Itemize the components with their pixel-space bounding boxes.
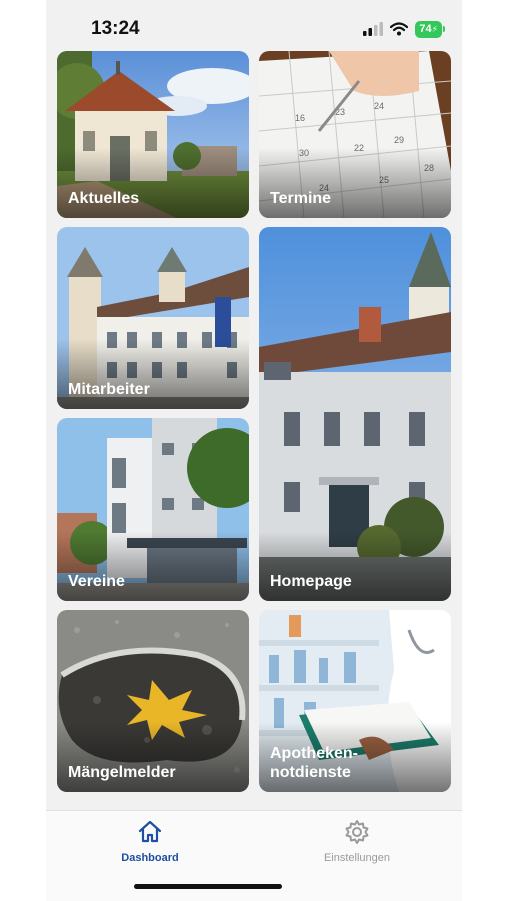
svg-text:16: 16 <box>295 113 305 123</box>
tile-termine[interactable]: 162324 302229 242528 Termine <box>259 51 451 218</box>
tile-maengelmelder[interactable]: Mängelmelder <box>57 610 249 792</box>
tile-label-apotheken: Apotheken- notdienste <box>270 745 358 781</box>
tile-vereine[interactable]: Vereine <box>57 418 249 601</box>
charging-icon: ⚡ <box>431 23 438 34</box>
tile-label-maengelmelder: Mängelmelder <box>68 764 176 781</box>
wifi-icon <box>390 22 409 36</box>
tile-label-vereine: Vereine <box>68 573 125 590</box>
tile-aktuelles[interactable]: Aktuelles <box>57 51 249 218</box>
home-icon <box>138 820 162 843</box>
svg-text:24: 24 <box>374 101 384 111</box>
tile-label-mitarbeiter: Mitarbeiter <box>68 381 150 398</box>
tile-label-homepage: Homepage <box>270 573 352 590</box>
tile-mitarbeiter[interactable]: Mitarbeiter <box>57 227 249 409</box>
tile-homepage[interactable]: Homepage <box>259 227 451 601</box>
app-screen: 13:24 74⚡ Aktuelles 16 23 24 29 Termine … <box>46 0 462 901</box>
signal-icon <box>363 22 384 36</box>
tile-label-termine: Termine <box>270 190 332 207</box>
battery-level: 74 <box>419 22 432 35</box>
tab-dashboard[interactable]: Dashboard <box>100 819 200 864</box>
tile-label-aktuelles: Aktuelles <box>68 190 140 207</box>
tab-label-dashboard: Dashboard <box>121 852 179 864</box>
status-bar: 13:24 74⚡ <box>46 0 462 50</box>
tile-apotheken[interactable]: Apotheken- notdienste <box>259 610 451 792</box>
status-time: 13:24 <box>91 18 140 39</box>
battery-indicator: 74⚡ <box>415 20 445 38</box>
home-indicator[interactable] <box>134 884 282 889</box>
tab-einstellungen[interactable]: Einstellungen <box>307 819 407 864</box>
svg-text:29: 29 <box>394 135 404 145</box>
tab-label-einstellungen: Einstellungen <box>323 852 391 864</box>
gear-icon <box>345 820 369 844</box>
